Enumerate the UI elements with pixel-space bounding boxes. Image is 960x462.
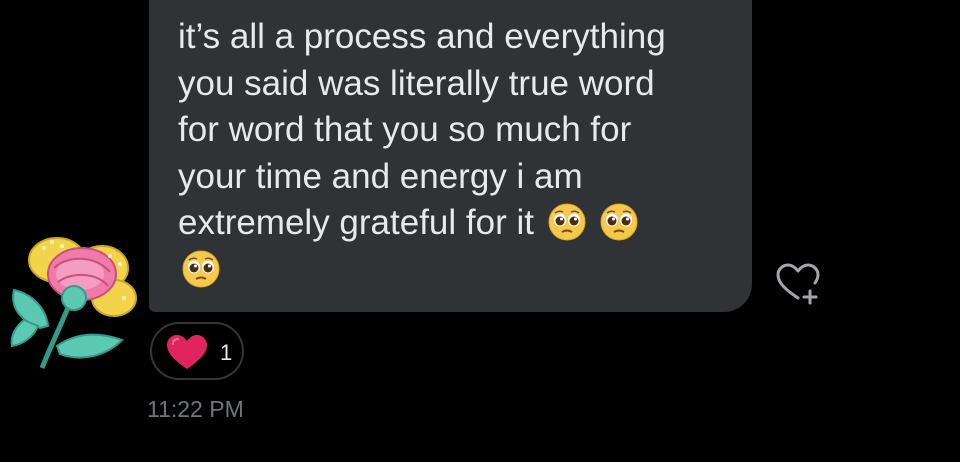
avatar[interactable] [2, 228, 147, 378]
red-heart-icon [167, 335, 207, 369]
message-text: it’s all a process and everything you sa… [178, 17, 666, 242]
heart-reaction-pill[interactable]: 1 [150, 322, 244, 380]
pleading-face-icon [182, 250, 220, 288]
flower-avatar-icon [10, 237, 137, 369]
message-text-container: it’s all a process and everything you sa… [178, 14, 738, 293]
reaction-count: 1 [220, 340, 233, 365]
pleading-face-icon [548, 203, 586, 241]
add-reaction-button[interactable] [772, 262, 824, 306]
heart-plus-icon [776, 263, 820, 305]
pleading-face-icon [600, 203, 638, 241]
message-timestamp: 11:22 PM [147, 396, 244, 422]
